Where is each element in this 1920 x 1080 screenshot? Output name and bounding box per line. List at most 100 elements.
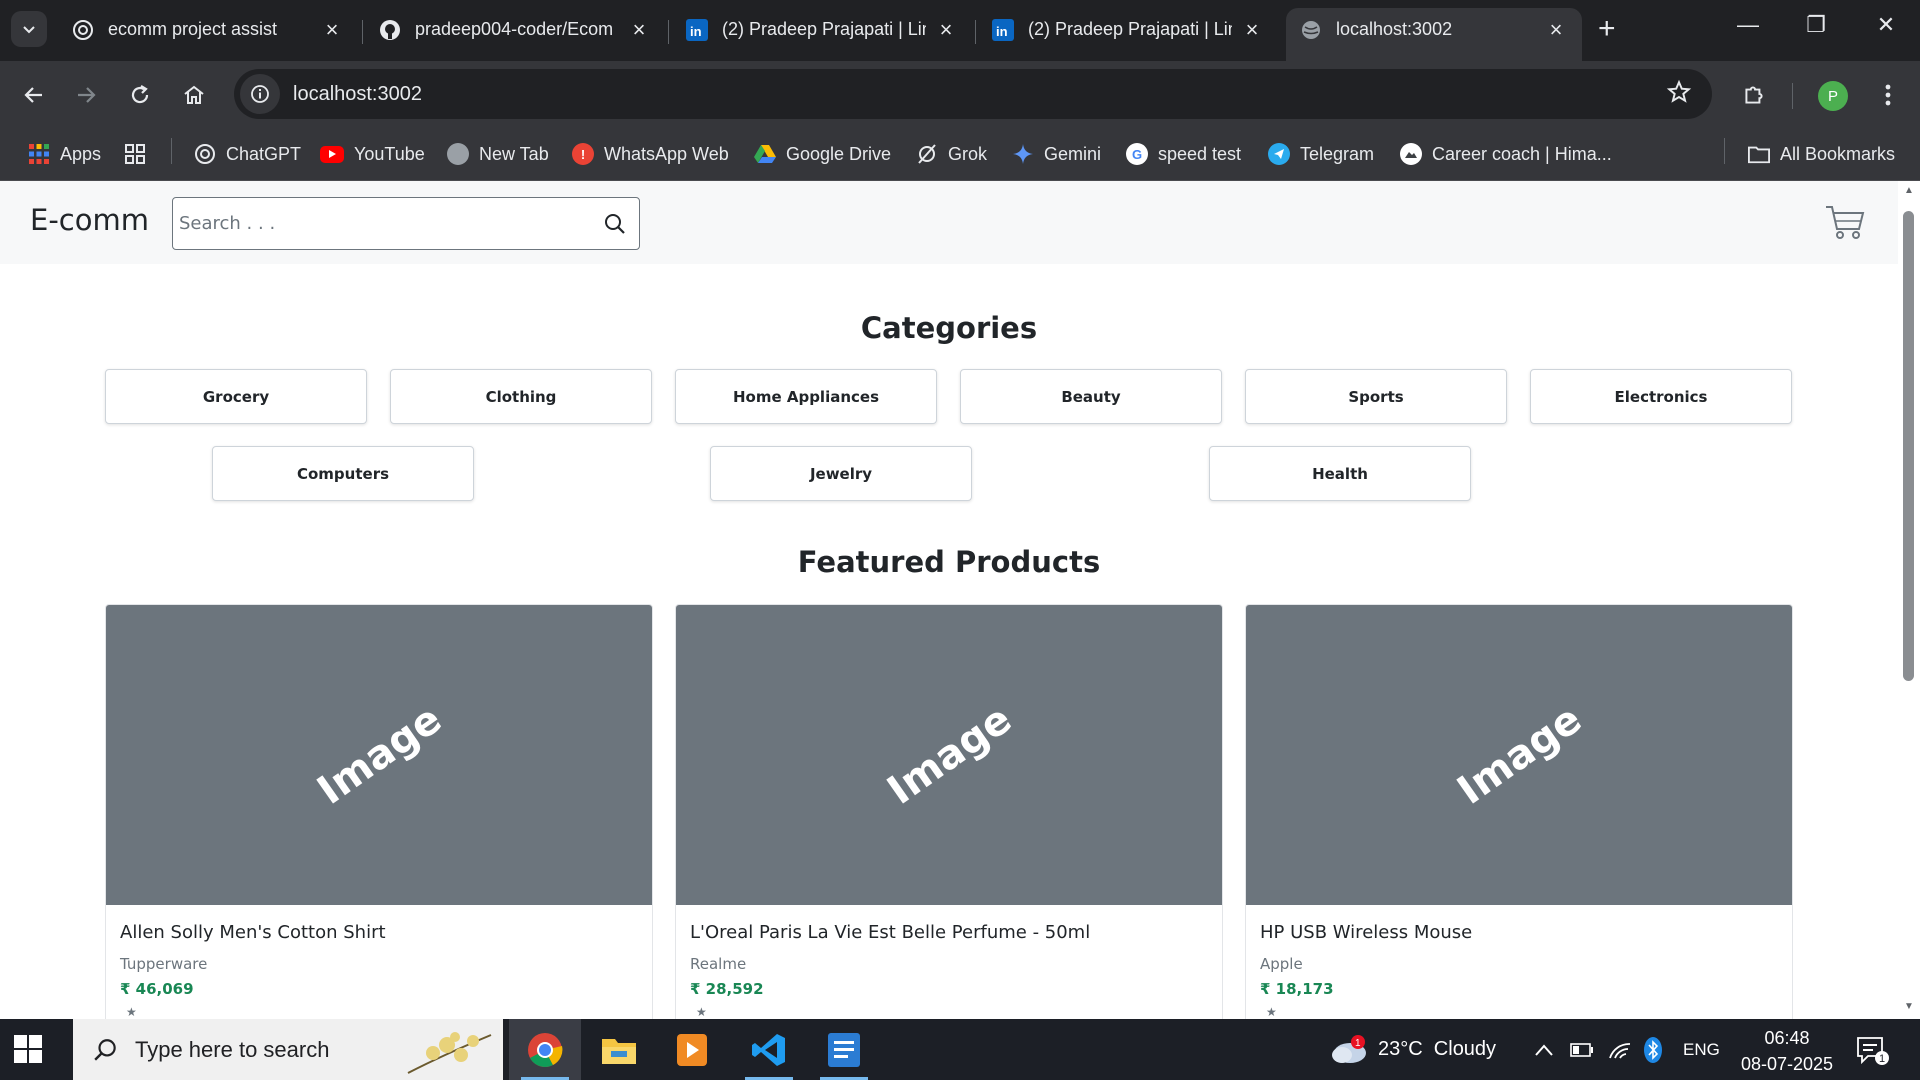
star-icon: ★ <box>1266 1005 1277 1019</box>
category-home-appliances[interactable]: Home Appliances <box>675 369 937 424</box>
brand-logo[interactable]: E-comm <box>30 203 149 237</box>
bookmark-career-coach[interactable]: Career coach | Hima... <box>1400 139 1612 169</box>
bookmark-whatsapp[interactable]: ! WhatsApp Web <box>572 139 729 169</box>
taskbar-docs[interactable] <box>808 1019 880 1080</box>
notification-center-button[interactable]: 1 <box>1856 1019 1890 1080</box>
all-bookmarks-label: All Bookmarks <box>1780 143 1896 164</box>
close-icon[interactable]: × <box>1240 17 1264 43</box>
search-button[interactable] <box>601 210 629 238</box>
svg-text:in: in <box>996 24 1008 39</box>
bookmark-grok[interactable]: Grok <box>916 139 987 169</box>
bookmark-chatgpt[interactable]: ChatGPT <box>194 139 301 169</box>
category-computers[interactable]: Computers <box>212 446 474 501</box>
apps-grid-icon <box>28 143 50 165</box>
bookmark-new-tab[interactable]: New Tab <box>447 139 549 169</box>
forward-button[interactable] <box>66 75 106 115</box>
tab-linkedin-2[interactable]: in (2) Pradeep Prajapati | Lin × <box>978 8 1278 61</box>
product-image-placeholder[interactable]: Image <box>106 605 652 905</box>
all-bookmarks-button[interactable]: All Bookmarks <box>1748 139 1895 169</box>
tab-search-button[interactable] <box>11 11 47 47</box>
restore-button[interactable]: ❐ <box>1796 12 1836 38</box>
bookmark-apps[interactable]: Apps <box>28 139 101 169</box>
search-highlight-flower-icon <box>407 1032 492 1074</box>
product-name[interactable]: Allen Solly Men's Cotton Shirt <box>120 922 386 943</box>
browser-menu-button[interactable] <box>1868 75 1908 115</box>
scroll-up-arrow-icon[interactable]: ▲ <box>1903 185 1915 197</box>
reload-button[interactable] <box>120 75 160 115</box>
taskbar-search-box[interactable]: Type here to search <box>73 1019 503 1080</box>
star-icon: ★ <box>126 1005 137 1019</box>
show-hidden-icons-button[interactable] <box>1534 1019 1554 1080</box>
bookmark-google-drive[interactable]: Google Drive <box>754 139 891 169</box>
bluetooth-icon[interactable] <box>1644 1019 1662 1080</box>
taskbar-vscode[interactable] <box>733 1019 805 1080</box>
extensions-button[interactable] <box>1734 75 1774 115</box>
window-close-button[interactable]: ✕ <box>1866 12 1906 38</box>
taskbar-file-explorer[interactable] <box>583 1019 655 1080</box>
tab-separator <box>975 20 976 44</box>
start-button[interactable] <box>14 1035 42 1068</box>
product-card[interactable]: Image HP USB Wireless Mouse Apple ₹ 18,1… <box>1245 604 1793 1019</box>
new-tab-button[interactable]: + <box>1598 14 1616 44</box>
cart-icon <box>1826 206 1865 239</box>
career-coach-icon <box>1400 143 1422 165</box>
scrollbar-thumb[interactable] <box>1903 211 1914 681</box>
svg-text:in: in <box>690 24 702 39</box>
product-name[interactable]: HP USB Wireless Mouse <box>1260 922 1472 943</box>
category-grocery[interactable]: Grocery <box>105 369 367 424</box>
clock[interactable]: 06:48 08-07-2025 <box>1740 1025 1834 1077</box>
home-button[interactable] <box>174 75 214 115</box>
category-beauty[interactable]: Beauty <box>960 369 1222 424</box>
bookmark-speed-test[interactable]: G speed test <box>1126 139 1241 169</box>
product-name[interactable]: L'Oreal Paris La Vie Est Belle Perfume -… <box>690 922 1090 943</box>
globe-icon <box>1300 19 1322 41</box>
product-card[interactable]: Image Allen Solly Men's Cotton Shirt Tup… <box>105 604 653 1019</box>
youtube-icon <box>320 145 344 163</box>
arrow-right-icon <box>78 87 96 103</box>
bookmark-telegram[interactable]: Telegram <box>1268 139 1374 169</box>
search-input[interactable] <box>179 198 579 249</box>
site-info-button[interactable] <box>240 74 280 114</box>
profile-avatar[interactable]: P <box>1818 81 1848 111</box>
tab-ecomm-project-assist[interactable]: ecomm project assist × <box>58 8 358 61</box>
close-icon[interactable]: × <box>320 17 344 43</box>
weather-widget[interactable]: 1 23°C Cloudy <box>1328 1019 1496 1080</box>
scroll-down-arrow-icon[interactable]: ▼ <box>1903 1001 1915 1013</box>
minimize-button[interactable]: — <box>1728 12 1768 38</box>
category-jewelry[interactable]: Jewelry <box>710 446 972 501</box>
google-icon: G <box>1126 143 1148 165</box>
tab-title: pradeep004-coder/Ecom <box>415 19 614 39</box>
close-icon[interactable]: × <box>627 17 651 43</box>
wifi-icon[interactable] <box>1608 1019 1632 1080</box>
tab-github[interactable]: pradeep004-coder/Ecom × <box>365 8 665 61</box>
linkedin-icon: in <box>992 18 1014 41</box>
tab-groups-button[interactable] <box>124 139 156 169</box>
category-clothing[interactable]: Clothing <box>390 369 652 424</box>
product-image-placeholder[interactable]: Image <box>1246 605 1792 905</box>
bookmark-youtube[interactable]: YouTube <box>320 139 425 169</box>
close-icon[interactable]: × <box>934 17 958 43</box>
star-icon: ★ <box>696 1005 707 1019</box>
tab-linkedin-1[interactable]: in (2) Pradeep Prajapati | Lin × <box>672 8 972 61</box>
tab-localhost[interactable]: localhost:3002 × <box>1286 8 1582 61</box>
category-electronics[interactable]: Electronics <box>1530 369 1792 424</box>
taskbar-chrome[interactable] <box>509 1019 581 1080</box>
cart-button[interactable] <box>1824 203 1866 246</box>
back-button[interactable] <box>14 75 54 115</box>
category-health[interactable]: Health <box>1209 446 1471 501</box>
bookmark-label: ChatGPT <box>226 143 302 164</box>
puzzle-icon <box>1745 86 1763 104</box>
tab-title: (2) Pradeep Prajapati | Lin <box>722 19 926 39</box>
close-icon[interactable]: × <box>1544 17 1568 43</box>
address-bar[interactable]: localhost:3002 <box>234 69 1712 119</box>
taskbar-media-player[interactable] <box>656 1019 728 1080</box>
chevron-down-icon <box>23 26 35 34</box>
cloud-icon: 1 <box>1332 1034 1366 1063</box>
product-card[interactable]: Image L'Oreal Paris La Vie Est Belle Per… <box>675 604 1223 1019</box>
battery-icon[interactable] <box>1570 1019 1594 1080</box>
category-sports[interactable]: Sports <box>1245 369 1507 424</box>
bookmark-star-button[interactable] <box>1666 79 1692 110</box>
bookmark-gemini[interactable]: Gemini <box>1012 139 1101 169</box>
product-image-placeholder[interactable]: Image <box>676 605 1222 905</box>
language-indicator[interactable]: ENG <box>1683 1019 1720 1080</box>
